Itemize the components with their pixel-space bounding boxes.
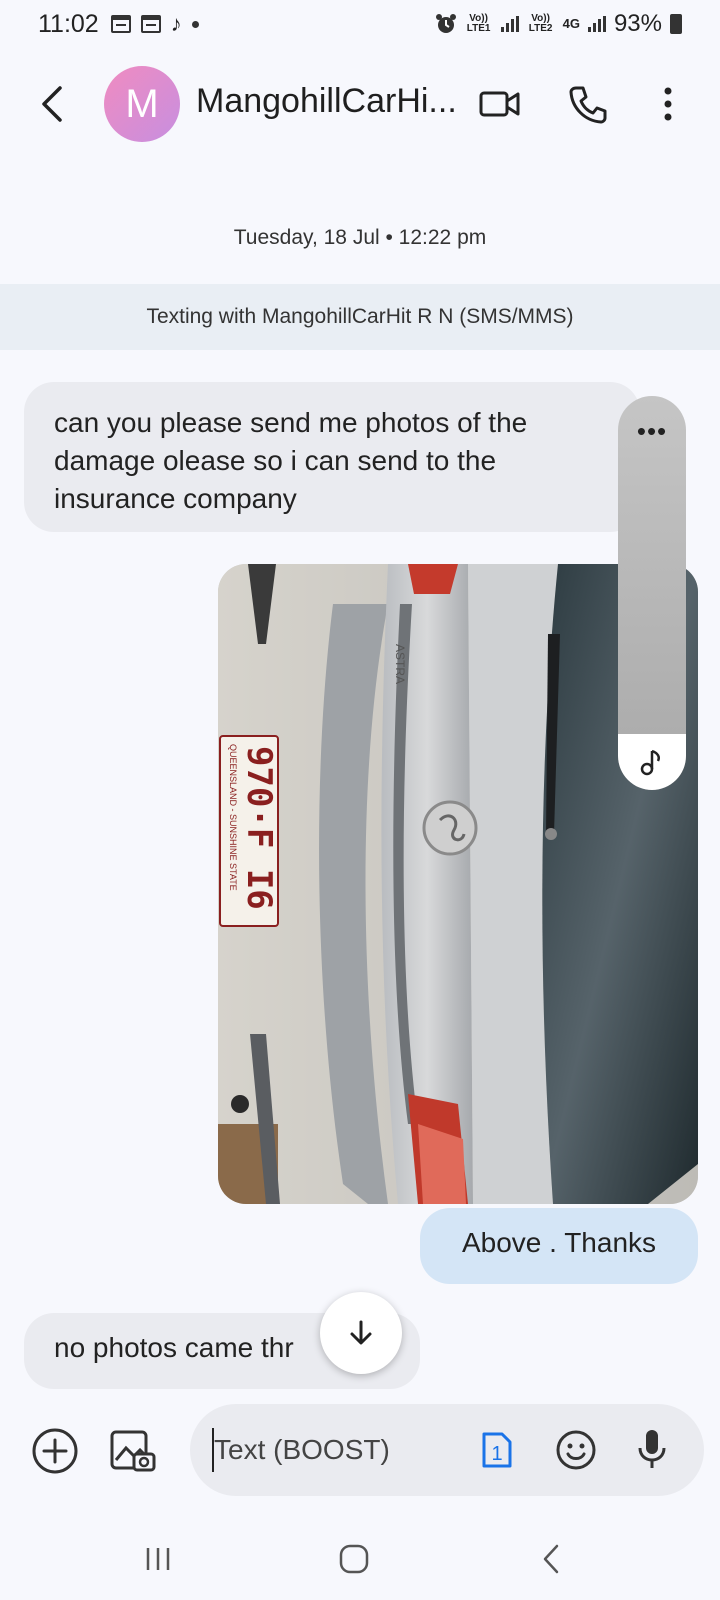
outgoing-message[interactable]: Above . Thanks: [420, 1208, 698, 1284]
emoji-icon[interactable]: [554, 1428, 598, 1472]
calendar-icon: [140, 15, 161, 33]
recent-apps-icon: [146, 1548, 170, 1570]
sim-badge: 1: [491, 1443, 502, 1465]
sim-icon[interactable]: 1: [480, 1430, 514, 1470]
back-nav-button[interactable]: [522, 1536, 582, 1582]
license-plate-number: 970·F I6: [239, 746, 279, 910]
notification-dot-icon: [191, 20, 199, 28]
battery-icon: [670, 14, 682, 34]
license-plate-caption: QUEENSLAND - SUNSHINE STATE: [228, 744, 238, 891]
avatar-letter: M: [125, 81, 159, 126]
mic-icon[interactable]: [630, 1426, 674, 1474]
alarm-icon: [435, 14, 456, 33]
system-nav-bar: [0, 1520, 720, 1600]
recent-apps-button[interactable]: [128, 1536, 188, 1582]
compose-field[interactable]: 1: [190, 1404, 704, 1496]
music-note-icon: ♪: [170, 11, 182, 36]
sim1-label: Vo)) LTE1: [466, 13, 491, 34]
contact-name[interactable]: MangohillCarHi...: [196, 82, 456, 121]
status-right: Vo)) LTE1 Vo)) LTE2 4G 93%: [435, 10, 682, 38]
signal-icon: [500, 16, 519, 32]
back-icon[interactable]: [36, 84, 70, 124]
gallery-icon[interactable]: [108, 1426, 158, 1476]
sim2-label: Vo)) LTE2: [528, 13, 553, 34]
status-time: 11:02: [38, 9, 99, 38]
network-type: 4G: [562, 16, 580, 31]
scroll-to-bottom-button[interactable]: [320, 1292, 402, 1374]
astra-badge-text: ASTRA: [393, 644, 407, 684]
incoming-message[interactable]: can you please send me photos of the dam…: [24, 382, 640, 532]
phone-call-icon[interactable]: [566, 82, 610, 126]
signal-icon: [587, 16, 606, 32]
avatar[interactable]: M: [104, 66, 180, 142]
home-button[interactable]: [324, 1536, 384, 1582]
arrow-down-icon: [350, 1320, 372, 1345]
video-call-icon[interactable]: [478, 82, 522, 126]
more-options-icon[interactable]: [646, 82, 690, 126]
conversation-header: M MangohillCarHi...: [0, 60, 720, 148]
status-bar: 11:02 ♪ Vo)) LTE1 Vo)) LTE2 4G 93%: [0, 0, 720, 48]
sms-mode-text: Texting with MangohillCarHit R N (SMS/MM…: [146, 305, 574, 328]
calendar-icon: [110, 15, 131, 33]
more-icon[interactable]: •••: [618, 416, 686, 447]
add-icon[interactable]: [30, 1426, 80, 1476]
date-separator: Tuesday, 18 Jul • 12:22 pm: [233, 226, 487, 249]
home-icon: [339, 1544, 369, 1574]
scroll-handle[interactable]: •••: [618, 396, 686, 790]
message-input[interactable]: [214, 1430, 444, 1470]
battery-percent: 93%: [613, 10, 662, 37]
sms-mode-banner: Texting with MangohillCarHit R N (SMS/MM…: [0, 284, 720, 350]
back-nav-icon: [543, 1544, 559, 1574]
